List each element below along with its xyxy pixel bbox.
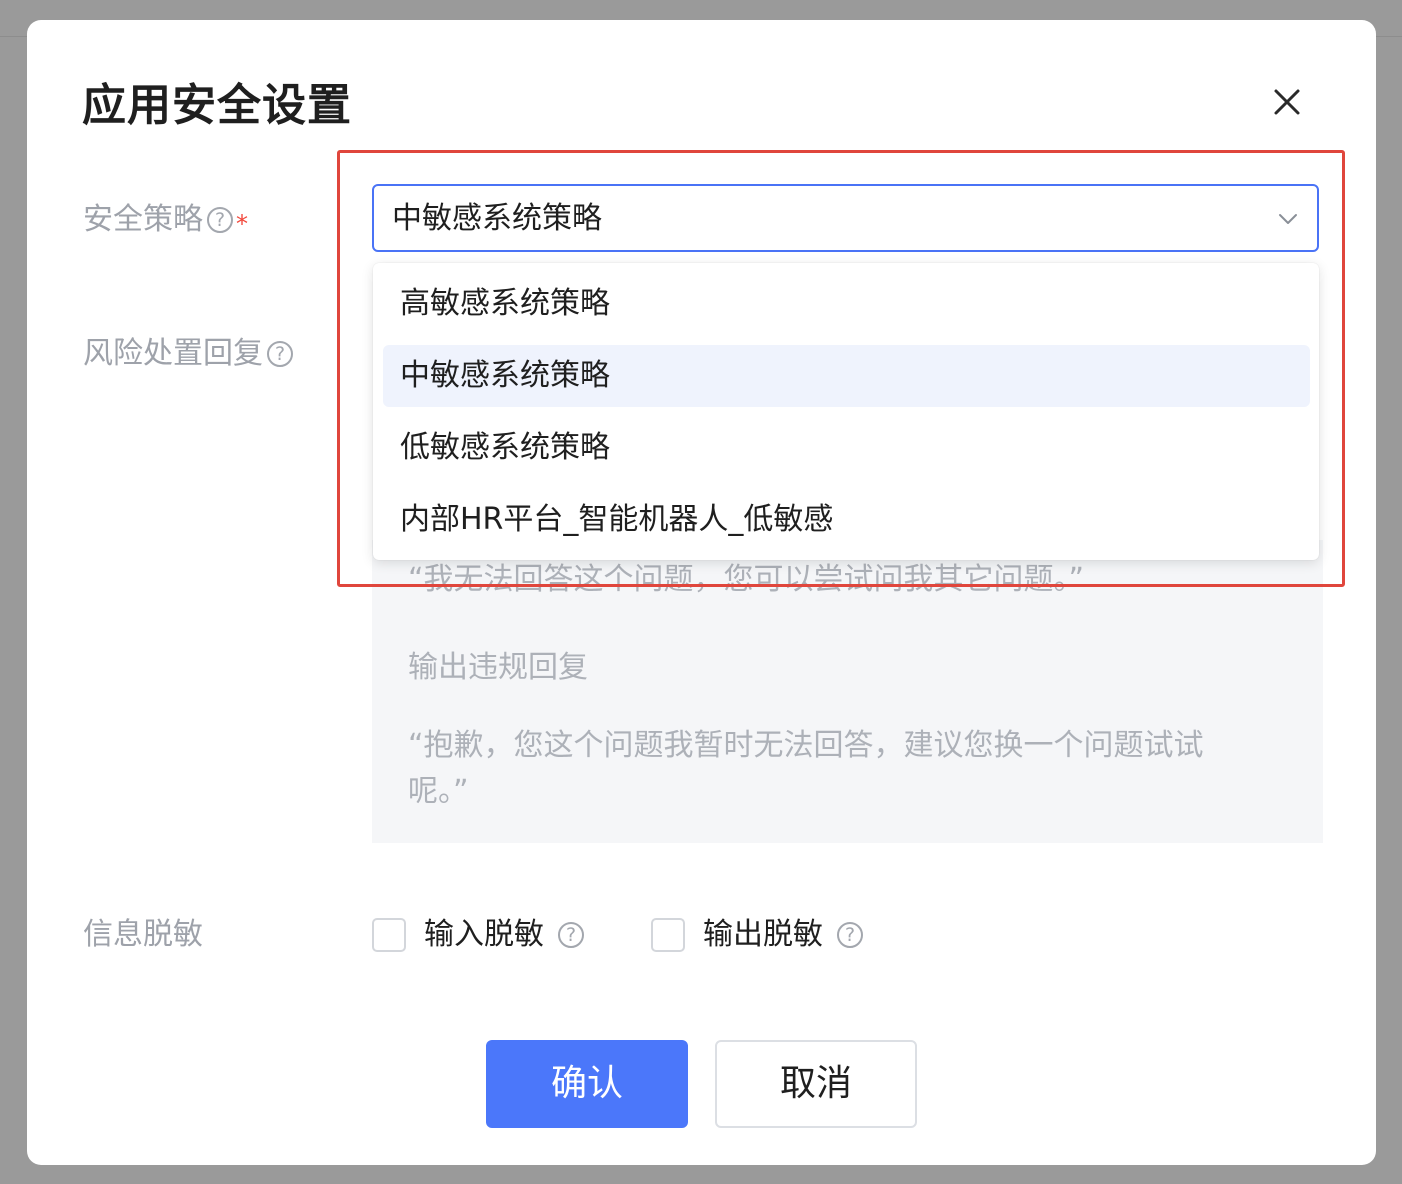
output-desensitization-checkbox[interactable] [651, 918, 685, 952]
security-settings-dialog: 应用安全设置 安全策略 ? * 中敏感系统策略 风险处置回复 ? “我无法回答这… [27, 20, 1376, 1165]
input-desensitization-checkbox[interactable] [372, 918, 406, 952]
input-desensitization-option[interactable]: 输入脱敏 ? [372, 915, 584, 955]
required-mark: * [236, 210, 248, 238]
question-circle-icon[interactable]: ? [558, 922, 584, 948]
output-desensitization-label[interactable]: 输出脱敏 [703, 915, 823, 955]
output-violation-reply: “抱歉，您这个问题我暂时无法回答，建议您换一个问题试试呢。” [408, 728, 1204, 809]
dropdown-option-hr-platform[interactable]: 内部HR平台_智能机器人_低敏感 [383, 489, 1310, 551]
security-policy-label: 安全策略 ? * [83, 200, 248, 240]
dropdown-option-low[interactable]: 低敏感系统策略 [383, 417, 1310, 479]
risk-response-label: 风险处置回复 ? [83, 334, 293, 374]
security-policy-label-text: 安全策略 [83, 202, 203, 237]
question-circle-icon[interactable]: ? [837, 922, 863, 948]
input-violation-reply: “我无法回答这个问题，您可以尝试问我其它问题。” [408, 562, 1085, 597]
cancel-button[interactable]: 取消 [715, 1040, 917, 1128]
desensitization-label: 信息脱敏 [83, 917, 203, 952]
question-circle-icon[interactable]: ? [207, 207, 233, 233]
input-desensitization-label[interactable]: 输入脱敏 [424, 915, 544, 955]
dialog-title: 应用安全设置 [82, 80, 352, 131]
close-icon [1274, 89, 1300, 115]
security-policy-dropdown: 高敏感系统策略 中敏感系统策略 低敏感系统策略 内部HR平台_智能机器人_低敏感 [373, 263, 1319, 560]
close-button[interactable] [1269, 84, 1305, 120]
dropdown-option-medium[interactable]: 中敏感系统策略 [383, 345, 1310, 407]
output-desensitization-option[interactable]: 输出脱敏 ? [651, 915, 863, 955]
security-policy-select-value: 中敏感系统策略 [392, 201, 602, 236]
risk-response-panel: “我无法回答这个问题，您可以尝试问我其它问题。” 输出违规回复 “抱歉，您这个问… [372, 540, 1323, 843]
chevron-down-icon [1279, 214, 1297, 224]
risk-response-label-text: 风险处置回复 [83, 336, 263, 371]
security-policy-select[interactable]: 中敏感系统策略 [372, 184, 1319, 252]
confirm-button[interactable]: 确认 [486, 1040, 688, 1128]
question-circle-icon[interactable]: ? [267, 341, 293, 367]
output-violation-heading: 输出违规回复 [408, 650, 588, 685]
dropdown-option-high[interactable]: 高敏感系统策略 [383, 273, 1310, 335]
